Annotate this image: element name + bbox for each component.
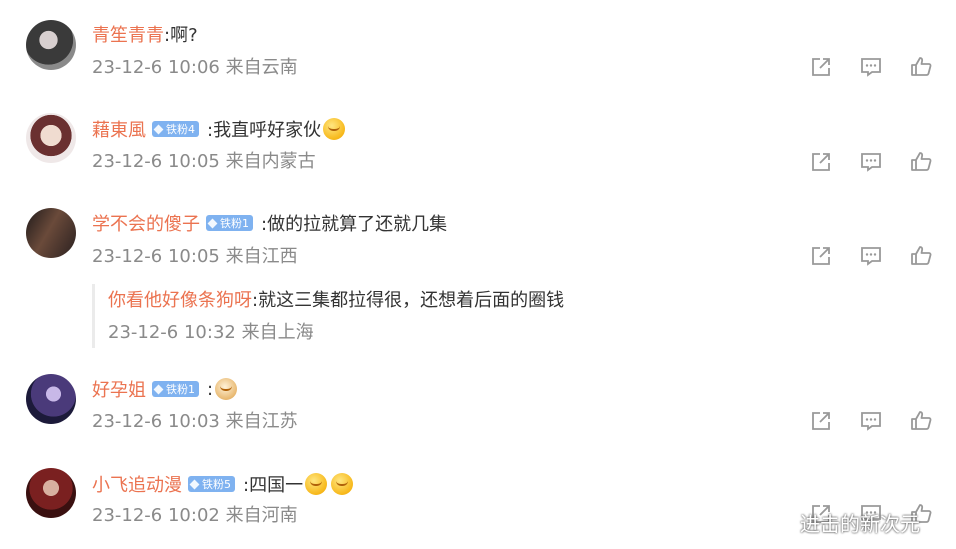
reply-meta: 23-12-6 10:32 来自上海 [108, 322, 314, 343]
comment-meta: 23-12-6 10:05 来自内蒙古 [92, 151, 316, 172]
comment-icon [861, 58, 881, 77]
smile-emoji-icon [305, 473, 328, 495]
like-button[interactable] [909, 150, 956, 174]
comment-meta: 23-12-6 10:06 来自云南 [92, 57, 298, 78]
comment-item: 藉東風 铁粉4 :我直呼好家伙 23-12-6 10:05 来自内蒙古 [0, 90, 956, 185]
avatar[interactable] [26, 468, 76, 518]
watermark: 进击的新次元 [800, 512, 920, 536]
like-button[interactable] [909, 409, 956, 433]
comment-meta: 23-12-6 10:05 来自江西 [92, 246, 298, 267]
share-button[interactable] [809, 409, 859, 433]
avatar[interactable] [26, 374, 76, 424]
comment-button[interactable] [859, 150, 909, 174]
fan-badge[interactable]: 铁粉4 [152, 121, 199, 137]
like-button[interactable] [909, 55, 956, 79]
diamond-icon [153, 384, 164, 394]
comment-item: 青笙青青 :啊? 23-12-6 10:06 来自云南 [0, 0, 956, 90]
username[interactable]: 小飞追动漫 [92, 471, 182, 497]
smile-emoji-icon [331, 473, 354, 495]
avatar[interactable] [26, 208, 76, 258]
comment-text: : [207, 378, 214, 400]
like-icon [911, 411, 932, 430]
comment-icon [861, 412, 881, 431]
username[interactable]: 学不会的傻子 [92, 210, 200, 236]
username[interactable]: 藉東風 [92, 116, 146, 142]
diamond-icon [189, 479, 200, 489]
diamond-icon [207, 218, 218, 228]
reply-username[interactable]: 你看他好像条狗呀 [108, 290, 252, 311]
avatar[interactable] [26, 113, 76, 163]
diamond-icon [153, 124, 164, 134]
comment-button[interactable] [859, 244, 909, 268]
comment-meta: 23-12-6 10:02 来自河南 [92, 505, 298, 526]
like-icon [911, 57, 932, 76]
like-icon [911, 152, 932, 171]
username[interactable]: 好孕姐 [92, 376, 146, 402]
fan-badge[interactable]: 铁粉5 [188, 476, 235, 492]
comment-icon [861, 153, 881, 172]
share-icon [812, 153, 830, 171]
fan-badge[interactable]: 铁粉1 [152, 381, 199, 397]
comment-text: :做的拉就算了还就几集 [261, 214, 448, 235]
like-icon [911, 246, 932, 265]
666-emoji-icon [323, 118, 346, 140]
share-icon [812, 247, 830, 265]
avatar[interactable] [26, 20, 76, 70]
comment-button[interactable] [859, 409, 909, 433]
comment-meta: 23-12-6 10:03 来自江苏 [92, 411, 298, 432]
reply-text: :就这三集都拉得很，还想着后面的圈钱 [252, 290, 565, 311]
share-button[interactable] [809, 150, 859, 174]
comment-button[interactable] [859, 55, 909, 79]
comment-icon [861, 247, 881, 266]
like-button[interactable] [909, 244, 956, 268]
reply-item: 你看他好像条狗呀:就这三集都拉得很，还想着后面的圈钱 23-12-6 10:32… [92, 284, 695, 348]
comment-text: :四国一 [243, 475, 304, 496]
comment-item: 好孕姐 铁粉1 : 23-12-6 10:03 来自江苏 [0, 365, 956, 460]
share-button[interactable] [809, 55, 859, 79]
comment-text: :啊? [164, 25, 198, 46]
comment-text: :我直呼好家伙 [207, 120, 322, 141]
share-icon [812, 58, 830, 76]
share-button[interactable] [809, 244, 859, 268]
share-icon [812, 412, 830, 430]
doge-emoji-icon [215, 378, 238, 400]
username[interactable]: 青笙青青 [92, 21, 164, 47]
fan-badge[interactable]: 铁粉1 [206, 215, 253, 231]
